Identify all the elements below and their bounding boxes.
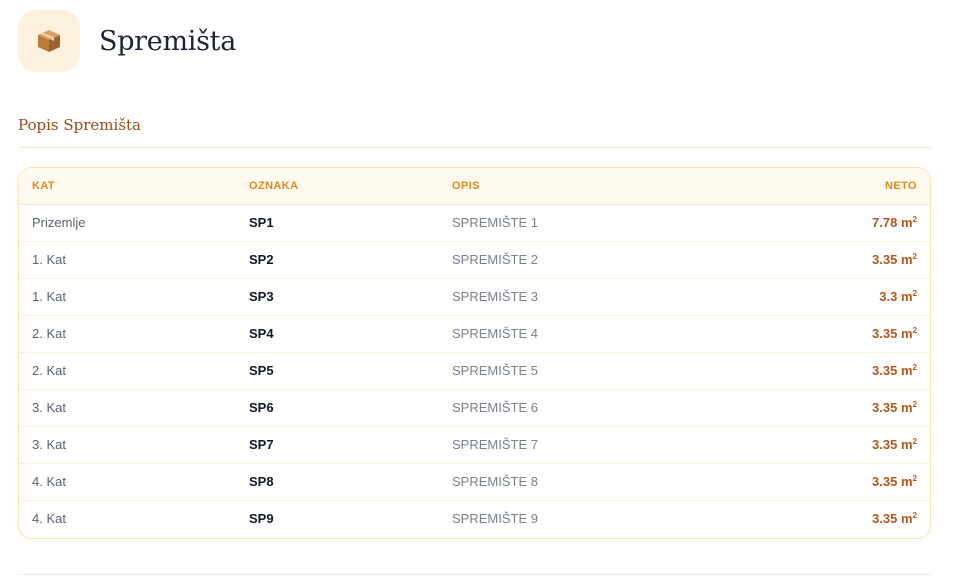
- cell-neto: 3.35 m2: [742, 500, 930, 537]
- cell-kat: 2. Kat: [19, 352, 249, 390]
- neto-unit: m: [900, 437, 913, 452]
- neto-unit-sup: 2: [912, 400, 917, 409]
- section-divider: [18, 147, 931, 148]
- cell-oznaka: SP4: [249, 315, 452, 353]
- cell-neto: 3.35 m2: [742, 241, 930, 279]
- cell-oznaka: SP3: [249, 278, 452, 316]
- neto-unit-sup: 2: [912, 252, 917, 261]
- neto-value: 3.35: [872, 252, 898, 267]
- table-row[interactable]: 4. Kat SP8 SPREMIŠTE 8 3.35 m2: [19, 463, 930, 501]
- neto-unit: m: [900, 474, 913, 489]
- cell-opis: SPREMIŠTE 2: [452, 241, 742, 279]
- neto-unit-sup: 2: [912, 215, 917, 224]
- cell-neto: 7.78 m2: [742, 204, 930, 242]
- neto-unit: m: [900, 252, 913, 267]
- cell-opis: SPREMIŠTE 1: [452, 204, 742, 242]
- neto-unit: m: [900, 326, 913, 341]
- neto-unit-sup: 2: [912, 326, 917, 335]
- neto-unit-sup: 2: [912, 511, 917, 521]
- cell-opis: SPREMIŠTE 6: [452, 389, 742, 427]
- neto-value: 3.35: [872, 474, 898, 489]
- neto-value: 3.35: [872, 363, 898, 378]
- cell-neto: 3.35 m2: [742, 389, 930, 427]
- table-row[interactable]: 4. Kat SP9 SPREMIŠTE 9 3.35 m2: [19, 500, 930, 537]
- icon-tile: [18, 10, 80, 72]
- cell-neto: 3.3 m2: [742, 278, 930, 316]
- neto-unit: m: [900, 511, 913, 527]
- cell-kat: 3. Kat: [19, 389, 249, 427]
- cell-kat: 4. Kat: [19, 463, 249, 501]
- neto-unit-sup: 2: [912, 363, 917, 372]
- column-header-neto: NETO: [742, 168, 930, 205]
- cell-opis: SPREMIŠTE 8: [452, 463, 742, 501]
- neto-unit: m: [900, 215, 913, 230]
- column-header-oznaka: OZNAKA: [249, 168, 452, 205]
- table-row[interactable]: 3. Kat SP6 SPREMIŠTE 6 3.35 m2: [19, 389, 930, 427]
- cell-neto: 3.35 m2: [742, 352, 930, 390]
- neto-unit: m: [900, 289, 913, 304]
- cell-oznaka: SP9: [249, 511, 274, 527]
- column-header-opis: OPIS: [452, 168, 742, 205]
- cell-opis: SPREMIŠTE 7: [452, 426, 742, 464]
- cell-oznaka: SP5: [249, 352, 452, 390]
- column-header-kat: KAT: [19, 168, 249, 205]
- neto-unit-sup: 2: [912, 474, 917, 483]
- neto-value: 3.35: [872, 400, 898, 415]
- table-row[interactable]: Prizemlje SP1 SPREMIŠTE 1 7.78 m2: [19, 204, 930, 242]
- table-row[interactable]: 1. Kat SP2 SPREMIŠTE 2 3.35 m2: [19, 241, 930, 279]
- neto-unit: m: [900, 400, 913, 415]
- page-header: Spremišta: [18, 10, 236, 72]
- cell-neto: 3.35 m2: [742, 426, 930, 464]
- cell-neto: 3.35 m2: [742, 315, 930, 353]
- cell-opis: SPREMIŠTE 4: [452, 315, 742, 353]
- cell-neto: 3.35 m2: [742, 463, 930, 501]
- storage-table-card: KAT OZNAKA OPIS NETO Prizemlje SP1 SPREM…: [18, 167, 931, 539]
- table-row[interactable]: 2. Kat SP5 SPREMIŠTE 5 3.35 m2: [19, 352, 930, 390]
- storage-table: KAT OZNAKA OPIS NETO Prizemlje SP1 SPREM…: [19, 168, 930, 537]
- package-box-icon: [38, 30, 60, 52]
- cell-oznaka: SP7: [249, 426, 452, 464]
- cell-oznaka: SP8: [249, 463, 452, 501]
- table-header-row: KAT OZNAKA OPIS NETO: [19, 168, 930, 205]
- table-row[interactable]: 3. Kat SP7 SPREMIŠTE 7 3.35 m2: [19, 426, 930, 464]
- neto-value: 3.35: [872, 326, 898, 341]
- neto-value: 3.3: [879, 289, 898, 304]
- cell-kat: 1. Kat: [19, 278, 249, 316]
- cell-kat: 1. Kat: [19, 241, 249, 279]
- cell-oznaka: SP2: [249, 241, 452, 279]
- neto-value: 7.78: [872, 215, 898, 230]
- cell-oznaka: SP6: [249, 389, 452, 427]
- cell-kat: 2. Kat: [19, 315, 249, 353]
- neto-unit-sup: 2: [912, 289, 917, 298]
- cell-opis: SPREMIŠTE 3: [452, 278, 742, 316]
- cell-oznaka: SP1: [249, 204, 452, 242]
- neto-value: 3.35: [872, 511, 898, 527]
- neto-unit: m: [900, 363, 913, 378]
- table-row[interactable]: 2. Kat SP4 SPREMIŠTE 4 3.35 m2: [19, 315, 930, 353]
- cell-opis: SPREMIŠTE 9: [452, 511, 538, 527]
- table-row[interactable]: 1. Kat SP3 SPREMIŠTE 3 3.3 m2: [19, 278, 930, 316]
- page-title: Spremišta: [99, 25, 237, 57]
- cell-kat: 3. Kat: [19, 426, 249, 464]
- cell-kat: 4. Kat: [32, 511, 66, 527]
- neto-value: 3.35: [872, 437, 898, 452]
- bottom-divider: [18, 574, 931, 575]
- cell-kat: Prizemlje: [19, 204, 249, 242]
- cell-opis: SPREMIŠTE 5: [452, 352, 742, 390]
- section-title: Popis Spremišta: [18, 116, 141, 134]
- neto-unit-sup: 2: [912, 437, 917, 446]
